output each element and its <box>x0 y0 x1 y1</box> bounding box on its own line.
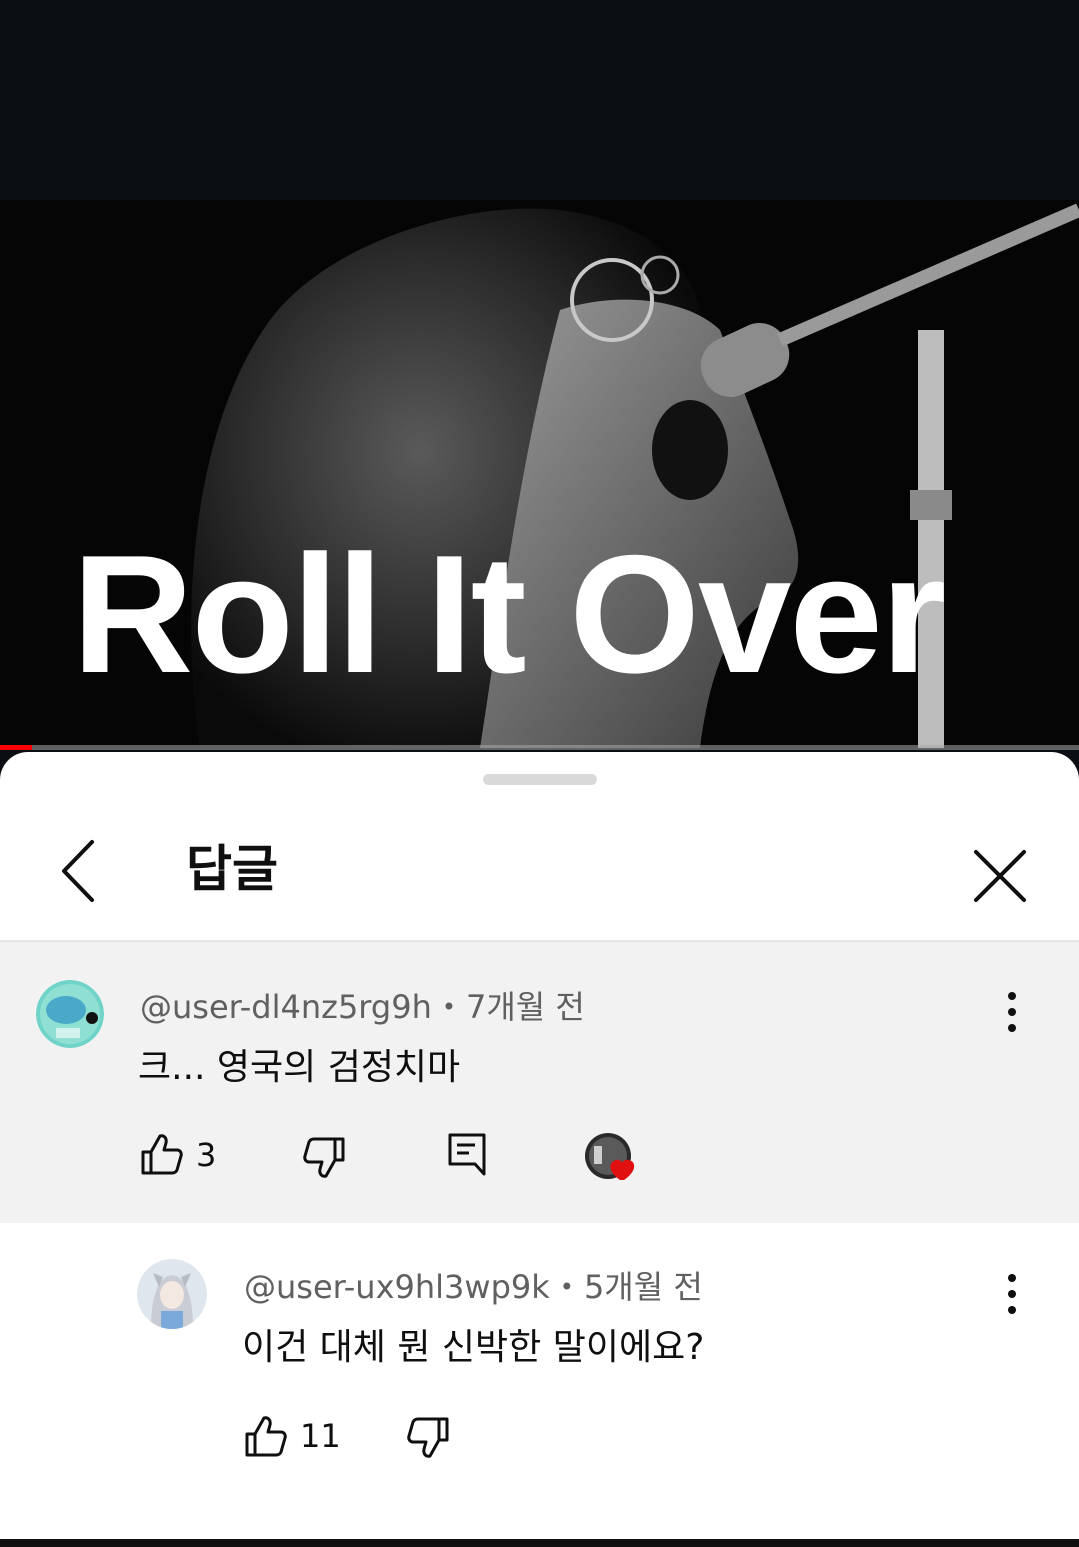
like-count: 11 <box>300 1417 341 1455</box>
meta-separator: • <box>559 1273 574 1301</box>
dislike-button[interactable] <box>302 1136 346 1180</box>
dislike-button[interactable] <box>406 1416 450 1460</box>
creator-heart-badge <box>584 1132 646 1188</box>
close-icon <box>974 850 1026 902</box>
back-button[interactable] <box>50 836 110 906</box>
reply-time: 5개월 전 <box>583 1268 703 1306</box>
like-count: 3 <box>196 1136 217 1174</box>
replies-sheet: 답글 @user-dl4nz5rg9h • 7개월 전 크... 영국의 검정치… <box>0 752 1079 1547</box>
reply-author[interactable]: @user-ux9hl3wp9k <box>244 1268 550 1306</box>
thumbs-up-icon <box>245 1416 287 1457</box>
more-options-button[interactable] <box>992 1264 1032 1324</box>
like-button[interactable] <box>244 1414 288 1458</box>
avatar-image <box>36 980 104 1048</box>
video-title-text: Roll It Over <box>72 520 946 708</box>
thumbs-up-icon <box>141 1134 183 1175</box>
more-options-button[interactable] <box>992 982 1032 1042</box>
avatar-image <box>137 1259 207 1329</box>
video-progress-fill <box>0 745 33 750</box>
sheet-drag-handle[interactable] <box>483 774 597 785</box>
comment-author[interactable]: @user-dl4nz5rg9h <box>140 988 432 1026</box>
comment-time: 7개월 전 <box>466 988 585 1026</box>
like-button[interactable] <box>140 1132 184 1176</box>
reply-meta: @user-ux9hl3wp9k • 5개월 전 <box>244 1262 703 1308</box>
thumbs-down-icon <box>407 1417 449 1458</box>
chevron-left-icon <box>62 840 94 902</box>
app-screen: Roll It Over 답글 @user-dl4nz5rg9h • 7개월 전… <box>0 0 1079 1547</box>
comment-text: 크... 영국의 검정치마 <box>138 1047 461 1088</box>
bottom-edge <box>0 1539 1079 1547</box>
close-button[interactable] <box>968 844 1032 908</box>
more-vert-icon <box>1008 1274 1016 1314</box>
video-progress-bar[interactable] <box>0 745 1079 750</box>
avatar[interactable] <box>36 980 104 1048</box>
sheet-title: 답글 <box>186 840 278 898</box>
reply-icon <box>448 1133 486 1176</box>
more-vert-icon <box>1008 992 1016 1032</box>
reply-text: 이건 대체 뭔 신박한 말이에요? <box>242 1327 705 1368</box>
video-player[interactable]: Roll It Over <box>0 200 1079 748</box>
creator-heart-icon <box>585 1133 635 1180</box>
avatar[interactable] <box>137 1259 207 1329</box>
thumbs-down-icon <box>303 1137 345 1178</box>
status-area <box>0 0 1079 200</box>
parent-comment: @user-dl4nz5rg9h • 7개월 전 크... 영국의 검정치마 3 <box>0 942 1079 1223</box>
meta-separator: • <box>441 993 456 1021</box>
comment-meta: @user-dl4nz5rg9h • 7개월 전 <box>140 982 585 1028</box>
reply-button[interactable] <box>447 1132 487 1176</box>
